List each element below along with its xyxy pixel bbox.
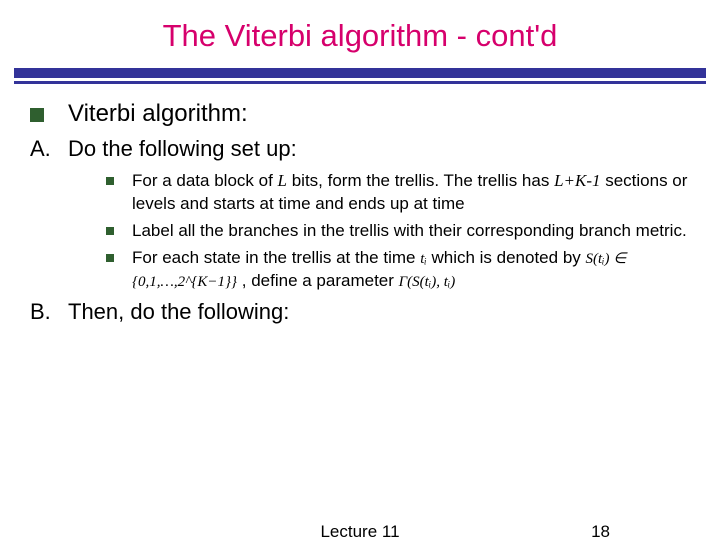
- sub-bullets: For a data block of L bits, form the tre…: [106, 170, 690, 293]
- sub-bullet-1: For a data block of L bits, form the tre…: [106, 170, 690, 216]
- sub-bullet-3: For each state in the trellis at the tim…: [106, 247, 690, 293]
- bullet-main: Viterbi algorithm:: [30, 100, 690, 128]
- section-b: B. Then, do the following:: [30, 299, 690, 325]
- slide: The Viterbi algorithm - cont'd Viterbi a…: [0, 0, 720, 540]
- square-bullet-icon: [106, 177, 114, 185]
- section-b-text: Then, do the following:: [68, 299, 289, 325]
- sub-bullet-3-text: For each state in the trellis at the tim…: [132, 247, 690, 293]
- title-rule: [0, 68, 720, 84]
- bullet-main-text: Viterbi algorithm:: [68, 100, 248, 128]
- square-bullet-icon: [106, 227, 114, 235]
- square-bullet-icon: [30, 108, 44, 122]
- footer-page-number: 18: [591, 522, 610, 540]
- square-bullet-icon: [106, 254, 114, 262]
- section-a-text: Do the following set up:: [68, 136, 297, 162]
- section-a: A. Do the following set up:: [30, 136, 690, 162]
- math-gamma: Γ(S(tᵢ), tᵢ): [399, 274, 456, 290]
- section-a-label: A.: [30, 136, 68, 162]
- section-b-label: B.: [30, 299, 68, 325]
- slide-title: The Viterbi algorithm - cont'd: [0, 0, 720, 54]
- sub-bullet-2-text: Label all the branches in the trellis wi…: [132, 220, 687, 243]
- sub-bullet-2: Label all the branches in the trellis wi…: [106, 220, 690, 243]
- sub-bullet-1-text: For a data block of L bits, form the tre…: [132, 170, 690, 216]
- footer-lecture: Lecture 11: [0, 522, 720, 540]
- slide-body: Viterbi algorithm: A. Do the following s…: [0, 84, 720, 325]
